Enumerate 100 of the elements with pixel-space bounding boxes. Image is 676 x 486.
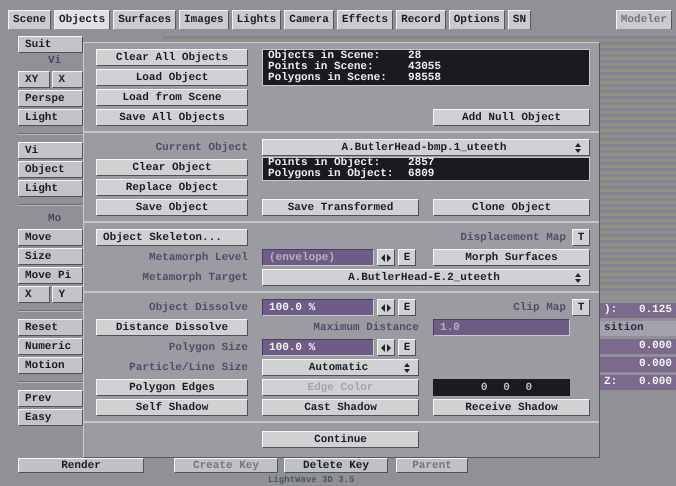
panel-label: Vi: [47, 55, 62, 69]
panel-button[interactable]: Move Pi: [18, 267, 83, 284]
field-label: Metamorph Level: [148, 252, 248, 264]
dialog-button[interactable]: Load Object: [96, 69, 248, 86]
skeleton-button[interactable]: Object Skeleton...: [96, 229, 248, 246]
panel-button[interactable]: X: [18, 286, 50, 303]
stat-value: 28: [408, 51, 422, 62]
tab[interactable]: Scene: [8, 10, 52, 30]
left-right-arrows-icon: [381, 304, 391, 312]
field-label: Particle/Line Size: [128, 362, 248, 374]
readout-value: 0.000: [638, 376, 672, 389]
toolbar-button[interactable]: Delete Key: [284, 458, 388, 473]
clone-button[interactable]: Clone Object: [433, 199, 590, 216]
left-right-arrows-icon: [381, 344, 391, 352]
readout-label: sition: [604, 322, 644, 335]
field-label: Clip Map: [513, 302, 566, 314]
dissolve-field[interactable]: 100.0 %: [262, 299, 374, 316]
stat-value: 2857: [408, 158, 436, 169]
tab[interactable]: SN: [508, 10, 532, 30]
save-transformed-button[interactable]: Save Transformed: [262, 199, 419, 216]
texture-toggle[interactable]: T: [572, 299, 590, 316]
tab[interactable]: Effects: [336, 10, 394, 30]
color-value: 0: [526, 382, 532, 394]
version-text: LightWave 3D 3.5: [268, 475, 354, 485]
panel-button[interactable]: X: [52, 71, 83, 88]
updown-icon: [404, 362, 410, 372]
envelope-button[interactable]: E: [398, 299, 416, 316]
panel-button[interactable]: Light: [18, 109, 83, 126]
panel-button[interactable]: Y: [52, 286, 83, 303]
tab[interactable]: Images: [179, 10, 229, 30]
panel-button[interactable]: Numeric: [18, 338, 83, 355]
panel-button[interactable]: Object: [18, 161, 83, 178]
add-null-button[interactable]: Add Null Object: [433, 109, 590, 126]
panel-button[interactable]: Prev: [18, 390, 83, 407]
arrows-button[interactable]: [377, 249, 395, 266]
readout-label: Z:: [604, 376, 618, 389]
field-label: Object Dissolve: [148, 302, 248, 314]
tab[interactable]: Lights: [232, 10, 282, 30]
color-value: 0: [503, 382, 510, 394]
arrows-button[interactable]: [377, 299, 395, 316]
readout-label: ):: [604, 304, 618, 317]
dialog-button[interactable]: Load from Scene: [96, 89, 248, 106]
shadow-button[interactable]: Self Shadow: [96, 399, 248, 416]
dialog-button[interactable]: Clear Object: [96, 159, 248, 176]
left-right-arrows-icon: [381, 254, 391, 262]
field-label: Metamorph Target: [141, 272, 248, 284]
color-value: 0: [480, 382, 488, 394]
panel-button[interactable]: Move: [18, 229, 83, 246]
dialog-button[interactable]: Clear All Objects: [96, 49, 248, 66]
polygon-edges-button[interactable]: Polygon Edges: [96, 379, 248, 396]
stat-label: Points in Object:: [268, 158, 380, 169]
panel-button[interactable]: Easy: [18, 409, 83, 426]
updown-icon: [575, 142, 581, 152]
shadow-button[interactable]: Receive Shadow: [433, 399, 590, 416]
stat-value: 98558: [408, 73, 442, 84]
envelope-button[interactable]: E: [398, 339, 416, 356]
panel-button[interactable]: Motion: [18, 357, 83, 374]
panel-button[interactable]: Suit: [18, 36, 83, 53]
stat-label: Polygons in Object:: [268, 169, 394, 180]
envelope-button[interactable]: E: [398, 249, 416, 266]
readout-value: 0.000: [638, 358, 672, 371]
arrows-button[interactable]: [377, 339, 395, 356]
toolbar-button[interactable]: Render: [18, 458, 144, 473]
tab[interactable]: Objects: [54, 10, 110, 30]
shadow-button[interactable]: Cast Shadow: [262, 399, 419, 416]
panel-button[interactable]: Vi: [18, 142, 83, 159]
continue-button[interactable]: Continue: [262, 431, 419, 448]
dialog-button[interactable]: Replace Object: [96, 179, 248, 196]
field-label: Polygon Size: [168, 342, 248, 354]
panel-button[interactable]: Size: [18, 248, 83, 265]
readout-value: 0.000: [638, 340, 672, 353]
panel-label: Mo: [47, 213, 62, 227]
readout-value: 0.125: [638, 304, 672, 317]
tab[interactable]: Camera: [284, 10, 334, 30]
distance-dissolve-button[interactable]: Distance Dissolve: [96, 319, 248, 336]
tab[interactable]: Record: [396, 10, 446, 30]
dialog-button[interactable]: Save All Objects: [96, 109, 248, 126]
stat-value: 43055: [408, 62, 442, 73]
texture-toggle[interactable]: T: [572, 229, 590, 246]
stat-label: Polygons in Scene:: [268, 73, 388, 84]
stat-value: 6809: [408, 169, 436, 180]
polygon-size-field[interactable]: 100.0 %: [262, 339, 374, 356]
panel-button[interactable]: Reset: [18, 319, 83, 336]
updown-icon: [575, 272, 581, 282]
field-label: Maximum Distance: [312, 322, 419, 334]
stat-label: Points in Scene:: [268, 62, 374, 73]
panel-button[interactable]: Perspe: [18, 90, 83, 107]
panel-button[interactable]: XY: [18, 71, 50, 88]
particle-dropdown[interactable]: Automatic: [262, 359, 419, 376]
panel-button[interactable]: Light: [18, 180, 83, 197]
color-field[interactable]: 0 0 0: [433, 379, 570, 396]
field-label: Current Object: [154, 142, 248, 154]
target-dropdown[interactable]: A.ButlerHead-E.2_uteeth: [262, 269, 590, 286]
tab[interactable]: Surfaces: [113, 10, 176, 30]
field-label: Displacement Map: [460, 232, 566, 244]
tab[interactable]: Options: [448, 10, 505, 30]
dialog-button[interactable]: Save Object: [96, 199, 248, 216]
morph-surfaces-button[interactable]: Morph Surfaces: [433, 249, 590, 266]
object-dropdown[interactable]: A.ButlerHead-bmp.1_uteeth: [262, 139, 590, 156]
stat-label: Objects in Scene:: [268, 51, 382, 62]
